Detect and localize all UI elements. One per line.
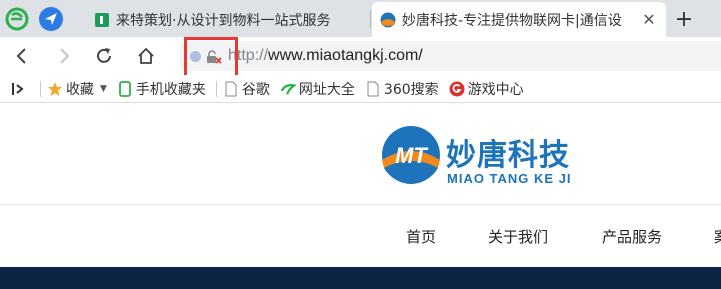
tab-miaotang[interactable]: 妙唐科技-专注提供物联网卡|通信设 ✕ <box>372 2 666 37</box>
bookmark-label: 游戏中心 <box>467 81 524 98</box>
hao-icon <box>280 81 296 97</box>
menu-item-products[interactable]: 产品服务 <box>602 226 662 247</box>
phone-icon <box>117 80 133 97</box>
bookmark-label: 360搜索 <box>383 81 439 98</box>
security-indicator-highlight <box>184 37 238 79</box>
bookmark-mobile[interactable]: 手机收藏夹 <box>117 79 206 99</box>
bookmark-label: 收藏 <box>66 81 94 98</box>
reload-icon[interactable] <box>90 42 118 70</box>
bookmark-label: 网址大全 <box>298 81 355 98</box>
header-divider <box>0 204 721 205</box>
tab-separator <box>370 10 371 28</box>
close-tab-icon[interactable]: ✕ <box>640 10 658 29</box>
green-l-icon <box>94 12 110 28</box>
site-main-menu: 首页 关于我们 产品服务 案 <box>0 226 721 250</box>
game-icon <box>449 81 465 97</box>
bookmark-hao[interactable]: 网址大全 <box>280 79 355 99</box>
mt-logo-icon <box>380 12 396 28</box>
tab-title: 来特策划·从设计到物料一站式服务 <box>116 12 331 29</box>
browser-logo-icon[interactable] <box>2 4 32 34</box>
bookmark-label: 谷歌 <box>241 81 270 98</box>
forward-icon[interactable] <box>50 42 78 70</box>
menu-item-about[interactable]: 关于我们 <box>488 226 548 247</box>
logo-chinese-text: 妙唐科技 <box>446 138 570 173</box>
url-text: http://www.miaotangkj.com/ <box>228 47 423 65</box>
navigation-arrow-icon[interactable] <box>36 4 66 34</box>
bookmark-favorites[interactable]: 收藏 <box>47 79 94 99</box>
new-tab-icon[interactable]: + <box>670 4 698 34</box>
bookmark-360-search[interactable]: 360搜索 <box>365 79 439 99</box>
logo-english-text: MIAO TANG KE JI <box>447 171 572 186</box>
page-icon <box>223 81 239 97</box>
logo-mark-text: MT <box>395 143 428 168</box>
mt-logo-icon: MT <box>380 124 442 186</box>
site-logo[interactable]: MT 妙唐科技 MIAO TANG KE JI <box>380 122 580 192</box>
bookmark-google[interactable]: 谷歌 <box>223 79 270 99</box>
favorites-dropdown-icon[interactable]: ▼ <box>100 84 107 94</box>
url-host: www.miaotangkj.com/ <box>268 47 423 64</box>
bookmarks-bar: 收藏 ▼ 手机收藏夹 谷歌 网址大全 360搜索 游戏中心 <box>0 75 721 103</box>
navigation-bar: http://www.miaotangkj.com/ <box>0 37 721 75</box>
bookmark-label: 手机收藏夹 <box>135 81 206 98</box>
sidebar-toggle-icon[interactable] <box>6 79 32 99</box>
back-icon[interactable] <box>8 42 36 70</box>
bookmark-separator <box>215 80 217 97</box>
bookmark-separator <box>40 80 41 97</box>
hero-banner <box>0 267 721 289</box>
star-icon <box>47 81 63 97</box>
bookmark-game-center[interactable]: 游戏中心 <box>449 79 524 99</box>
menu-item-home[interactable]: 首页 <box>406 226 436 247</box>
menu-item-cases[interactable]: 案 <box>714 226 721 247</box>
tab-strip: 来特策划·从设计到物料一站式服务 妙唐科技-专注提供物联网卡|通信设 ✕ + <box>0 0 721 37</box>
home-icon[interactable] <box>132 42 160 70</box>
page-icon <box>365 81 381 97</box>
tab-title: 妙唐科技-专注提供物联网卡|通信设 <box>402 12 622 29</box>
tab-laite[interactable]: 来特策划·从设计到物料一站式服务 <box>86 2 368 37</box>
web-page: MT 妙唐科技 MIAO TANG KE JI 首页 关于我们 产品服务 案 <box>0 104 721 289</box>
address-bar[interactable]: http://www.miaotangkj.com/ <box>180 41 721 71</box>
